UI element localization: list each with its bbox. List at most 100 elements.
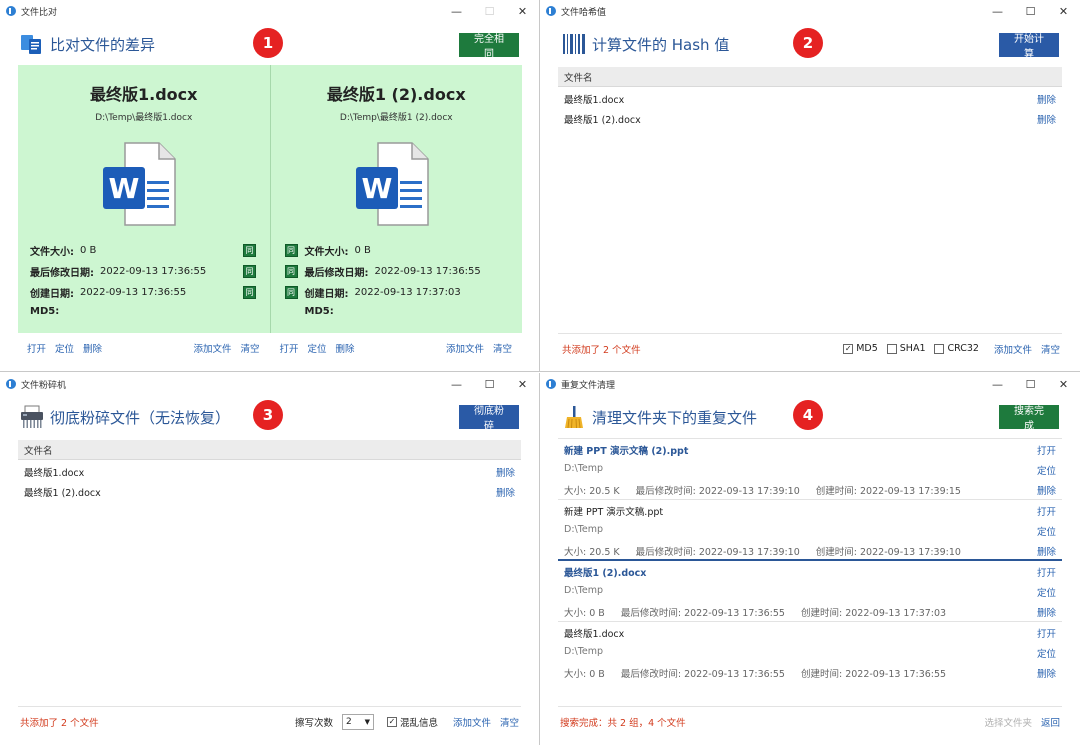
right-size-value: 0 B: [354, 245, 371, 256]
clear-link[interactable]: 清空: [1041, 342, 1060, 356]
locate-link[interactable]: 定位: [1037, 463, 1056, 477]
locate-link[interactable]: 定位: [1037, 524, 1056, 538]
delete-link[interactable]: 删除: [1037, 92, 1056, 106]
app-icon: [546, 379, 556, 389]
delete-link[interactable]: 删除: [1037, 483, 1056, 497]
close-icon[interactable]: ✕: [506, 373, 539, 395]
step-badge: 2: [793, 28, 823, 58]
file-name: 最终版1 (2).docx: [564, 568, 647, 579]
add-file-link[interactable]: 添加文件: [994, 342, 1032, 356]
shredder-icon: [20, 405, 44, 429]
created-time: 2022-09-13 17:39:10: [860, 547, 961, 558]
minimize-icon[interactable]: —: [981, 373, 1014, 395]
delete-link[interactable]: 删除: [1037, 544, 1056, 558]
delete-link[interactable]: 删除: [1037, 112, 1056, 126]
window-title: 文件比对: [21, 7, 58, 18]
open-link[interactable]: 打开: [1037, 504, 1056, 518]
delete-link[interactable]: 删除: [496, 465, 515, 479]
add-file-link[interactable]: 添加文件: [446, 341, 484, 355]
minimize-icon[interactable]: —: [440, 0, 473, 22]
add-file-link[interactable]: 添加文件: [453, 715, 491, 729]
close-icon[interactable]: ✕: [1047, 0, 1080, 22]
delete-link[interactable]: 删除: [83, 341, 102, 355]
file-name: 最终版1.docx: [564, 95, 625, 106]
app-icon: [6, 379, 16, 389]
created-time: 2022-09-13 17:37:03: [845, 608, 947, 619]
shredder-window: 文件粉碎机 — ☐ ✕ 彻底粉碎文件（无法恢复） 3 彻底粉碎 文件名 最终版1…: [0, 373, 540, 745]
duplicate-cleaner-window: 重复文件清理 — ☐ ✕ 清理文件夹下的重复文件 4 搜索完成 新建 PPT 演…: [540, 373, 1080, 745]
add-file-link[interactable]: 添加文件: [193, 341, 231, 355]
start-calculate-button[interactable]: 开始计算: [999, 33, 1059, 60]
left-modified-value: 2022-09-13 17:36:55: [100, 266, 207, 277]
table-row: 最终版1 (2).docx 删除: [18, 482, 521, 502]
checkbox-icon[interactable]: [886, 343, 897, 354]
same-tag: 同: [243, 265, 256, 278]
right-modified-value: 2022-09-13 17:36:55: [374, 266, 481, 277]
open-link[interactable]: 打开: [1037, 626, 1056, 640]
maximize-icon[interactable]: ☐: [1014, 373, 1047, 395]
compare-area: 最终版1.docx D:\Temp\最终版1.docx W 文件大小: 0 B 最…: [18, 65, 522, 333]
left-file-name: 最终版1.docx: [90, 85, 198, 104]
file-name: 新建 PPT 演示文稿 (2).ppt: [564, 446, 689, 457]
created-time: 2022-09-13 17:36:55: [845, 669, 947, 680]
close-icon[interactable]: ✕: [506, 0, 539, 22]
barcode-icon: [562, 32, 586, 56]
window-title: 文件粉碎机: [21, 380, 67, 391]
crc32-option[interactable]: CRC32: [934, 343, 979, 354]
shred-button[interactable]: 彻底粉碎: [459, 405, 519, 432]
broom-icon: [562, 405, 586, 429]
list-item: 最终版1.docx D:\Temp 大小: 0 B 最后修改时间: 2022-0…: [558, 622, 1062, 683]
maximize-icon[interactable]: ☐: [473, 373, 506, 395]
delete-link[interactable]: 删除: [1037, 605, 1056, 619]
table-header: 文件名: [18, 440, 521, 460]
delete-link[interactable]: 删除: [1037, 666, 1056, 680]
locate-link[interactable]: 定位: [1037, 646, 1056, 660]
sha1-option[interactable]: SHA1: [886, 343, 925, 354]
word-document-icon: W: [355, 142, 429, 226]
checkbox-icon[interactable]: [934, 343, 945, 354]
right-file-path: D:\Temp\最终版1 (2).docx: [339, 113, 453, 123]
clear-link[interactable]: 清空: [493, 341, 512, 355]
page-header: 清理文件夹下的重复文件: [562, 405, 757, 429]
identical-result-button[interactable]: 完全相同: [459, 33, 519, 60]
locate-link[interactable]: 定位: [308, 341, 327, 355]
table-row: 最终版1 (2).docx 删除: [558, 109, 1062, 129]
page-title: 彻底粉碎文件（无法恢复）: [50, 408, 231, 427]
checkbox-checked-icon[interactable]: ✓: [843, 343, 854, 354]
delete-link[interactable]: 删除: [496, 485, 515, 499]
left-md5-row: MD5:: [30, 306, 60, 317]
locate-link[interactable]: 定位: [55, 341, 74, 355]
locate-link[interactable]: 定位: [1037, 585, 1056, 599]
file-path: D:\Temp: [564, 524, 604, 535]
file-path: D:\Temp: [564, 585, 604, 596]
maximize-icon[interactable]: ☐: [1014, 0, 1047, 22]
clear-link[interactable]: 清空: [240, 341, 259, 355]
close-icon[interactable]: ✕: [1047, 373, 1080, 395]
clear-link[interactable]: 清空: [500, 715, 519, 729]
app-icon: [546, 6, 556, 16]
left-file-path: D:\Temp\最终版1.docx: [95, 113, 193, 123]
file-path: D:\Temp: [564, 463, 604, 474]
minimize-icon[interactable]: —: [981, 0, 1014, 22]
md5-option[interactable]: ✓ MD5: [843, 343, 878, 354]
delete-link[interactable]: 删除: [336, 341, 355, 355]
file-name: 新建 PPT 演示文稿.ppt: [564, 507, 664, 518]
overwrite-count-select[interactable]: 2 ▼: [341, 713, 374, 730]
modified-time: 2022-09-13 17:36:55: [684, 608, 785, 619]
minimize-icon[interactable]: —: [440, 373, 473, 395]
open-link[interactable]: 打开: [280, 341, 299, 355]
search-complete-button[interactable]: 搜索完成: [999, 405, 1059, 432]
open-link[interactable]: 打开: [1037, 565, 1056, 579]
checkbox-checked-icon[interactable]: ✓: [386, 716, 397, 727]
modified-time: 2022-09-13 17:39:10: [698, 547, 800, 558]
word-document-icon: W: [103, 142, 176, 226]
same-tag: 同: [284, 244, 298, 257]
list-item: 新建 PPT 演示文稿.ppt D:\Temp 大小: 20.5 K 最后修改时…: [558, 500, 1062, 561]
open-link[interactable]: 打开: [1037, 443, 1056, 457]
scramble-option[interactable]: ✓ 混乱信息: [386, 715, 438, 729]
right-file-panel: 最终版1 (2).docx D:\Temp\最终版1 (2).docx W 同 …: [271, 65, 523, 333]
open-link[interactable]: 打开: [27, 341, 46, 355]
back-link[interactable]: 返回: [1041, 715, 1060, 729]
shred-footer: 共添加了 2 个文件 擦写次数 2 ▼ ✓ 混乱信息 添加文件 清空: [18, 706, 521, 736]
titlebar: 文件比对 — ☐ ✕: [0, 0, 539, 22]
